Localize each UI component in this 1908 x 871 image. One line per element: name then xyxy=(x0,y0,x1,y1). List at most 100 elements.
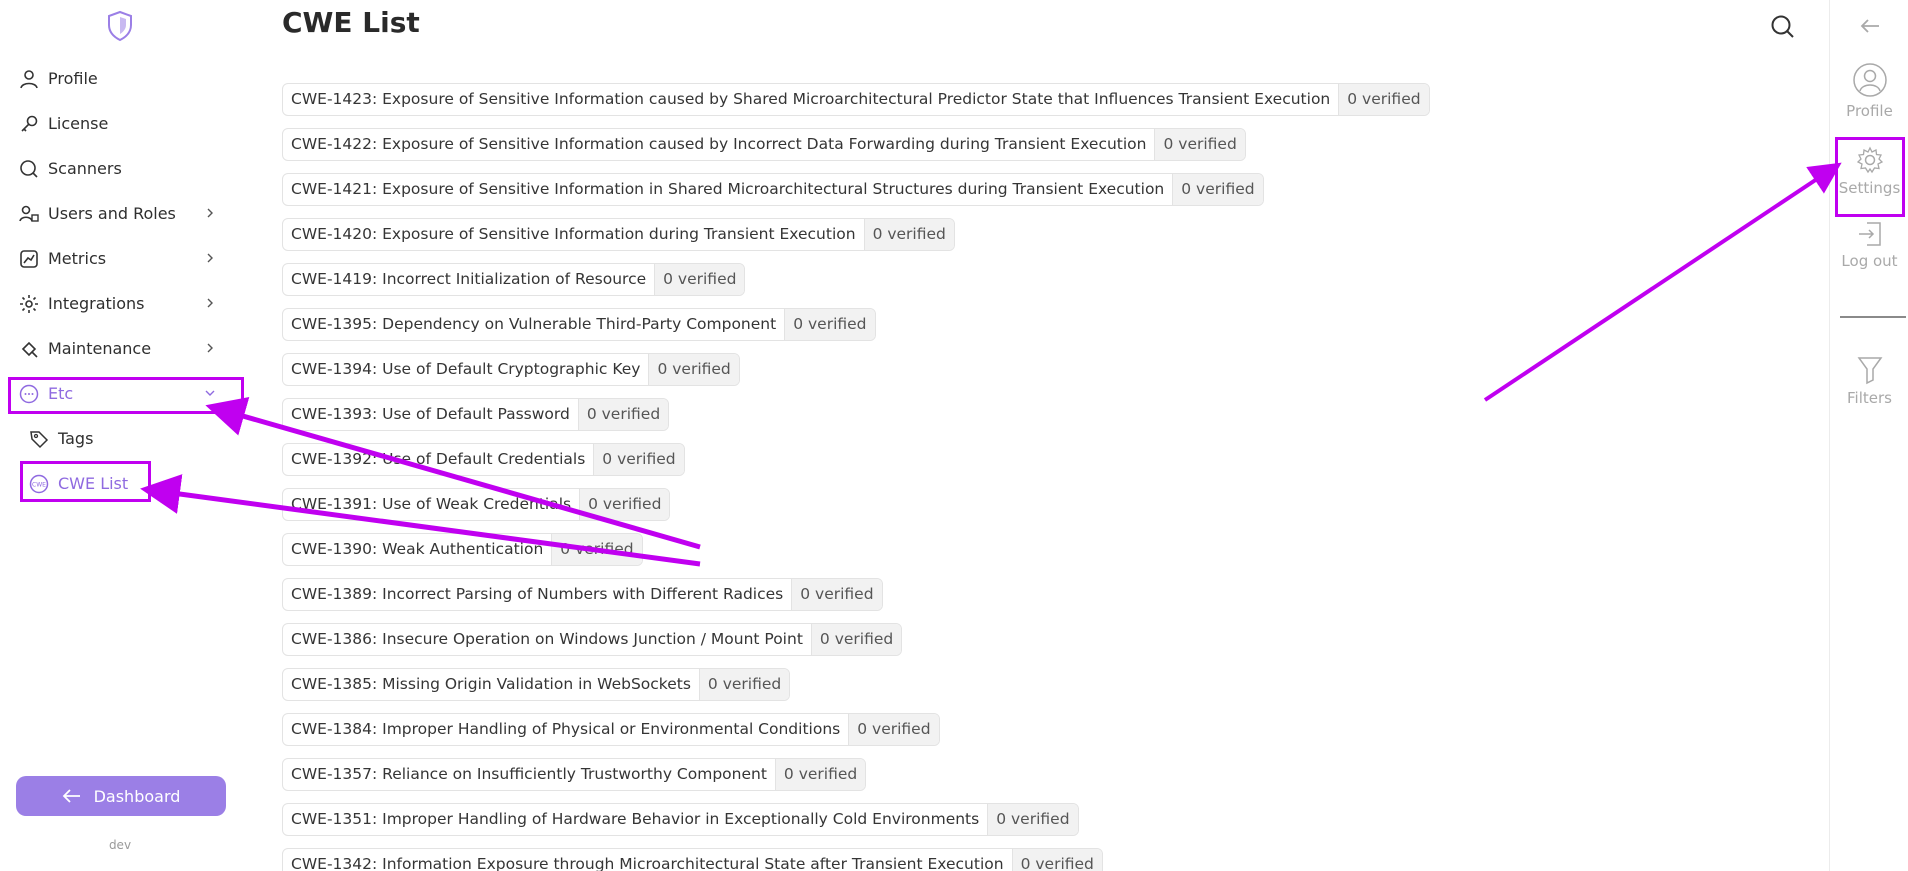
cwe-item-name: CWE-1342: Information Exposure through M… xyxy=(291,855,1004,871)
cwe-list-item[interactable]: CWE-1392: Use of Default Credentials 0 ve… xyxy=(282,443,685,476)
chevron-down-icon xyxy=(205,390,215,396)
left-sidebar: Profile License Scanners Users and Roles xyxy=(0,0,240,871)
cwe-list-item[interactable]: CWE-1386: Insecure Operation on Windows … xyxy=(282,623,903,656)
sidebar-item-label: Metrics xyxy=(48,249,107,268)
verified-count-badge: 0 verified xyxy=(577,399,669,430)
rail-divider xyxy=(1840,316,1906,318)
verified-count-badge: 0 verified xyxy=(784,309,875,340)
sidebar-item-tags[interactable]: Tags xyxy=(0,416,240,461)
cwe-item-name: CWE-1386: Insecure Operation on Windows … xyxy=(291,630,803,648)
cwe-item-name: CWE-1351: Improper Handling of Hardware … xyxy=(291,810,980,828)
cwe-list-item[interactable]: CWE-1421: Exposure of Sensitive Informat… xyxy=(282,173,1264,206)
main-content: CWE List CWE-1423: Exposure of Sensitive… xyxy=(270,0,1830,871)
rail-logout[interactable]: Log out xyxy=(1830,220,1908,270)
dashboard-button-label: Dashboard xyxy=(93,786,181,806)
environment-label: dev xyxy=(108,838,132,852)
sidebar-item-integrations[interactable]: Integrations xyxy=(0,281,240,326)
cwe-item-name: CWE-1390: Weak Authentication xyxy=(291,540,544,558)
verified-count-badge: 0 verified xyxy=(1154,129,1245,160)
sidebar-item-scanners[interactable]: Scanners xyxy=(0,146,240,191)
sidebar-item-license[interactable]: License xyxy=(0,101,240,146)
cwe-list-item[interactable]: CWE-1423: Exposure of Sensitive Informat… xyxy=(282,83,1430,116)
sidebar-nav: Profile License Scanners Users and Roles xyxy=(0,56,240,506)
sidebar-item-metrics[interactable]: Metrics xyxy=(0,236,240,281)
cwe-list-item[interactable]: CWE-1384: Improper Handling of Physical … xyxy=(282,713,940,746)
rail-filters[interactable]: Filters xyxy=(1830,355,1908,407)
cwe-list-item[interactable]: CWE-1351: Improper Handling of Hardware … xyxy=(282,803,1079,836)
key-icon xyxy=(18,113,40,135)
cwe-item-name: CWE-1393: Use of Default Password xyxy=(291,405,570,423)
cwe-list-item[interactable]: CWE-1391: Use of Weak Credentials 0 verif… xyxy=(282,488,671,521)
chevron-right-icon xyxy=(207,253,213,263)
verified-count-badge: 0 verified xyxy=(987,804,1078,835)
cwe-item-name: CWE-1357: Reliance on Insufficiently Tru… xyxy=(291,765,767,783)
logout-icon xyxy=(1858,222,1881,246)
chevron-right-icon xyxy=(207,298,213,308)
verified-count-badge: 0 verified xyxy=(810,624,902,655)
cwe-item-name: CWE-1423: Exposure of Sensitive Informat… xyxy=(291,90,1331,108)
cwe-item-name: CWE-1419: Incorrect Initialization of Re… xyxy=(291,270,647,288)
cwe-list-item[interactable]: CWE-1395: Dependency on Vulnerable Third… xyxy=(282,308,876,341)
rail-profile[interactable]: Profile xyxy=(1830,62,1908,120)
cwe-list-item[interactable]: CWE-1422: Exposure of Sensitive Informat… xyxy=(282,128,1246,161)
collapse-button[interactable] xyxy=(1830,14,1908,42)
sidebar-item-label: Scanners xyxy=(48,159,122,178)
shield-logo-icon[interactable] xyxy=(106,10,134,42)
cwe-item-name: CWE-1422: Exposure of Sensitive Informat… xyxy=(291,135,1147,153)
verified-count-badge: 0 verified xyxy=(654,264,745,295)
app-window: Profile License Scanners Users and Roles xyxy=(0,0,1908,871)
verified-count-badge: 0 verified xyxy=(579,489,670,520)
sidebar-item-label: Maintenance xyxy=(48,339,152,358)
sidebar-item-cwe-list[interactable]: CWE CWE List xyxy=(0,461,240,506)
sidebar-item-etc[interactable]: Etc xyxy=(0,371,240,416)
sidebar-item-label: CWE List xyxy=(58,474,129,493)
sidebar-item-users-and-roles[interactable]: Users and Roles xyxy=(0,191,240,236)
dashboard-button[interactable]: Dashboard xyxy=(16,776,226,816)
verified-count-badge: 0 verified xyxy=(848,714,939,745)
verified-count-badge: 0 verified xyxy=(1011,849,1102,871)
sidebar-item-label: Tags xyxy=(58,429,94,448)
maintenance-icon xyxy=(18,338,40,360)
cwe-list-item[interactable]: CWE-1393: Use of Default Password 0 verif… xyxy=(282,398,670,431)
cwe-item-name: CWE-1394: Use of Default Cryptographic K… xyxy=(291,360,641,378)
verified-count-badge: 0 verified xyxy=(551,534,642,565)
cwe-list-item[interactable]: CWE-1419: Incorrect Initialization of Re… xyxy=(282,263,746,296)
scanner-icon xyxy=(18,158,40,180)
verified-count-badge: 0 verified xyxy=(648,354,739,385)
cwe-list-item[interactable]: CWE-1420: Exposure of Sensitive Informat… xyxy=(282,218,955,251)
verified-count-badge: 0 verified xyxy=(593,444,684,475)
verified-count-badge: 0 verified xyxy=(1172,174,1263,205)
metrics-icon xyxy=(18,248,40,270)
verified-count-badge: 0 verified xyxy=(863,219,954,250)
cwe-item-name: CWE-1395: Dependency on Vulnerable Third… xyxy=(291,315,777,333)
integrations-icon xyxy=(18,293,40,315)
chevron-right-icon xyxy=(207,343,213,353)
sidebar-item-maintenance[interactable]: Maintenance xyxy=(0,326,240,371)
rail-filters-label: Filters xyxy=(1847,389,1892,407)
sidebar-item-label: Profile xyxy=(48,69,98,88)
sidebar-item-label: License xyxy=(48,114,109,133)
tag-icon xyxy=(28,428,50,450)
sidebar-item-label: Users and Roles xyxy=(48,204,176,223)
cwe-item-name: CWE-1420: Exposure of Sensitive Informat… xyxy=(291,225,856,243)
cwe-list-item[interactable]: CWE-1390: Weak Authentication 0 verified xyxy=(282,533,643,566)
arrow-left-icon xyxy=(62,789,80,803)
sidebar-item-profile[interactable]: Profile xyxy=(0,56,240,101)
verified-count-badge: 0 verified xyxy=(791,579,882,610)
cwe-list-item[interactable]: CWE-1342: Information Exposure through M… xyxy=(282,848,1103,871)
cwe-list-item[interactable]: CWE-1394: Use of Default Cryptographic K… xyxy=(282,353,740,386)
cwe-list-item[interactable]: CWE-1385: Missing Origin Validation in W… xyxy=(282,668,791,701)
chevron-right-icon xyxy=(207,208,213,218)
cwe-list-item[interactable]: CWE-1389: Incorrect Parsing of Numbers w… xyxy=(282,578,883,611)
right-rail: Profile Settings Log out Filters xyxy=(1829,0,1908,871)
cwe-list-item[interactable]: CWE-1357: Reliance on Insufficiently Tru… xyxy=(282,758,867,791)
sidebar-item-label: Integrations xyxy=(48,294,145,313)
rail-settings[interactable]: Settings xyxy=(1830,145,1908,197)
cwe-list: CWE-1423: Exposure of Sensitive Informat… xyxy=(282,83,1430,871)
verified-count-badge: 0 verified xyxy=(774,759,866,790)
gear-icon xyxy=(1856,146,1883,174)
user-circle-icon xyxy=(1852,63,1887,97)
search-icon[interactable] xyxy=(1770,14,1796,40)
page-title: CWE List xyxy=(282,6,420,39)
filter-icon xyxy=(1857,357,1882,385)
